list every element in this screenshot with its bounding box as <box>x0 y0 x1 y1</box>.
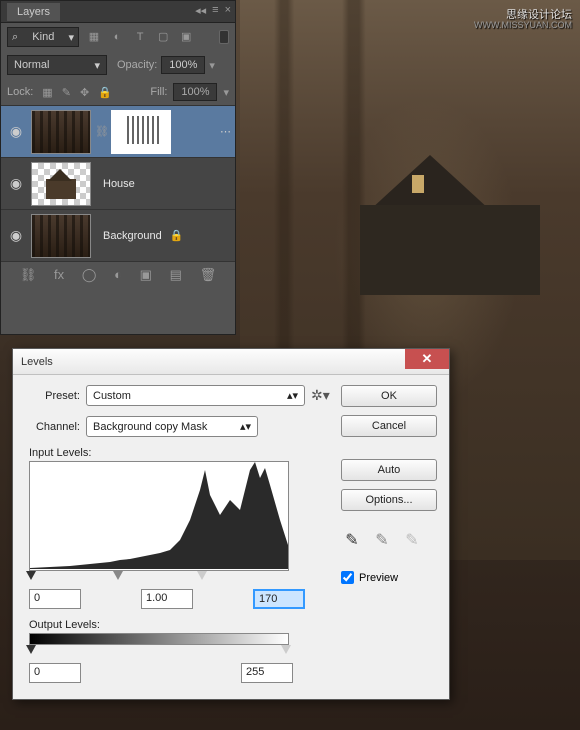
output-black-field[interactable]: 0 <box>29 663 81 683</box>
input-slider[interactable] <box>29 571 289 583</box>
blend-mode-select[interactable]: Normal ▾ <box>7 55 107 75</box>
layer-thumbnail[interactable] <box>31 214 91 258</box>
layer-thumbnail[interactable] <box>31 110 91 154</box>
output-black-handle[interactable] <box>26 645 36 654</box>
lock-pixels-icon[interactable]: ✎ <box>62 87 71 99</box>
filter-type-icon[interactable]: T <box>131 28 149 46</box>
layers-panel: Layers ◂◂ ≡ × ⌕ Kind ▾ ▦ ◐ T ▢ ▣ Normal … <box>0 0 236 335</box>
adjustment-icon[interactable]: ◐ <box>114 267 122 282</box>
histogram <box>29 461 289 571</box>
preset-select[interactable]: Custom ▴▾ <box>86 385 305 406</box>
lock-label: Lock: <box>7 86 33 98</box>
chevron-down-icon[interactable]: ▾ <box>223 86 229 99</box>
dialog-titlebar[interactable]: Levels ✕ <box>13 349 449 375</box>
filter-kind-select[interactable]: ⌕ Kind ▾ <box>7 27 79 47</box>
options-button[interactable]: Options... <box>341 489 437 511</box>
layer-name[interactable]: House <box>103 178 135 190</box>
cancel-button[interactable]: Cancel <box>341 415 437 437</box>
chevron-down-icon[interactable]: ▾ <box>209 59 215 72</box>
filter-adjust-icon[interactable]: ◐ <box>108 28 126 46</box>
output-white-field[interactable]: 255 <box>241 663 293 683</box>
layer-thumbnail[interactable] <box>31 162 91 206</box>
lock-icon: 🔒 <box>170 229 184 242</box>
visibility-toggle[interactable]: ◉ <box>5 123 27 140</box>
fx-icon[interactable]: fx <box>54 267 64 282</box>
lock-all-icon[interactable]: 🔒 <box>98 87 112 99</box>
panel-menu-icon[interactable]: ≡ <box>212 4 218 17</box>
layers-footer: ⛓ fx ◯ ◐ ▣ ▤ 🗑 <box>1 261 235 287</box>
mask-link-icon[interactable]: ⛓ <box>95 125 107 138</box>
filter-smart-icon[interactable]: ▣ <box>177 28 195 46</box>
black-point-handle[interactable] <box>26 571 36 580</box>
input-mid-field[interactable]: 1.00 <box>141 589 193 609</box>
channel-label: Channel: <box>25 421 80 433</box>
preset-value: Custom <box>93 390 131 402</box>
input-white-field[interactable]: 170 <box>253 589 305 609</box>
channel-select[interactable]: Background copy Mask ▴▾ <box>86 416 258 437</box>
layer-row[interactable]: ◉ Background 🔒 <box>1 209 235 261</box>
preview-checkbox-input[interactable] <box>341 571 354 584</box>
input-black-field[interactable]: 0 <box>29 589 81 609</box>
lock-transparent-icon[interactable]: ▦ <box>42 87 52 99</box>
dialog-title: Levels <box>21 356 53 368</box>
group-icon[interactable]: ▣ <box>140 267 152 283</box>
opacity-label: Opacity: <box>117 59 157 71</box>
output-white-handle[interactable] <box>281 645 291 654</box>
layer-list: ◉ ⛓ ⋯ ◉ House ◉ Background 🔒 <box>1 105 235 261</box>
white-point-handle[interactable] <box>197 571 207 580</box>
layer-mask-thumbnail[interactable] <box>111 110 171 154</box>
select-updown-icon: ▴▾ <box>287 389 298 402</box>
preset-label: Preset: <box>25 390 80 402</box>
output-levels-label: Output Levels: <box>29 619 327 631</box>
input-levels-label: Input Levels: <box>29 447 327 459</box>
blend-mode-value: Normal <box>14 59 49 71</box>
opacity-input[interactable]: 100% <box>161 56 205 74</box>
layer-row[interactable]: ◉ House <box>1 157 235 209</box>
layer-menu-icon[interactable]: ⋯ <box>220 125 231 138</box>
auto-button[interactable]: Auto <box>341 459 437 481</box>
panel-close-icon[interactable]: × <box>225 4 231 17</box>
levels-dialog: Levels ✕ Preset: Custom ▴▾ ✲▾ Channel: B… <box>12 348 450 700</box>
preset-menu-icon[interactable]: ✲▾ <box>311 387 327 404</box>
filter-kind-label: Kind <box>32 31 54 43</box>
close-button[interactable]: ✕ <box>405 349 449 369</box>
select-updown-icon: ▴▾ <box>240 420 251 433</box>
fill-input[interactable]: 100% <box>173 83 217 101</box>
lock-position-icon[interactable]: ✥ <box>80 87 89 99</box>
chevron-down-icon: ▾ <box>68 31 74 44</box>
chevron-down-icon: ▾ <box>94 59 100 72</box>
eyedropper-gray-icon[interactable]: ✎ <box>371 529 393 551</box>
eyedropper-black-icon[interactable]: ✎ <box>341 529 363 551</box>
watermark-url: WWW.MISSYUAN.COM <box>474 20 572 30</box>
ok-button[interactable]: OK <box>341 385 437 407</box>
filter-toggle[interactable] <box>219 30 229 44</box>
filter-pixel-icon[interactable]: ▦ <box>85 28 103 46</box>
visibility-toggle[interactable]: ◉ <box>5 175 27 192</box>
preview-checkbox[interactable]: Preview <box>341 571 437 584</box>
house-graphic <box>350 155 550 295</box>
channel-value: Background copy Mask <box>93 421 207 433</box>
eyedropper-white-icon[interactable]: ✎ <box>401 529 423 551</box>
output-gradient <box>29 633 289 645</box>
layer-name[interactable]: Background <box>103 230 162 242</box>
fill-label: Fill: <box>150 86 167 98</box>
delete-icon[interactable]: 🗑 <box>200 267 217 283</box>
preview-label: Preview <box>359 572 398 584</box>
tab-layers[interactable]: Layers <box>7 3 60 21</box>
panel-tab-bar: Layers ◂◂ ≡ × <box>1 1 235 23</box>
mask-icon[interactable]: ◯ <box>82 267 97 283</box>
search-icon: ⌕ <box>12 31 18 44</box>
layer-row[interactable]: ◉ ⛓ ⋯ <box>1 105 235 157</box>
output-slider[interactable] <box>29 645 289 657</box>
new-layer-icon[interactable]: ▤ <box>170 267 182 283</box>
panel-collapse-icon[interactable]: ◂◂ <box>195 4 206 17</box>
filter-shape-icon[interactable]: ▢ <box>154 28 172 46</box>
link-layers-icon[interactable]: ⛓ <box>20 267 37 283</box>
visibility-toggle[interactable]: ◉ <box>5 227 27 244</box>
midtone-handle[interactable] <box>113 571 123 580</box>
filter-type-icons: ▦ ◐ T ▢ ▣ <box>83 28 195 47</box>
